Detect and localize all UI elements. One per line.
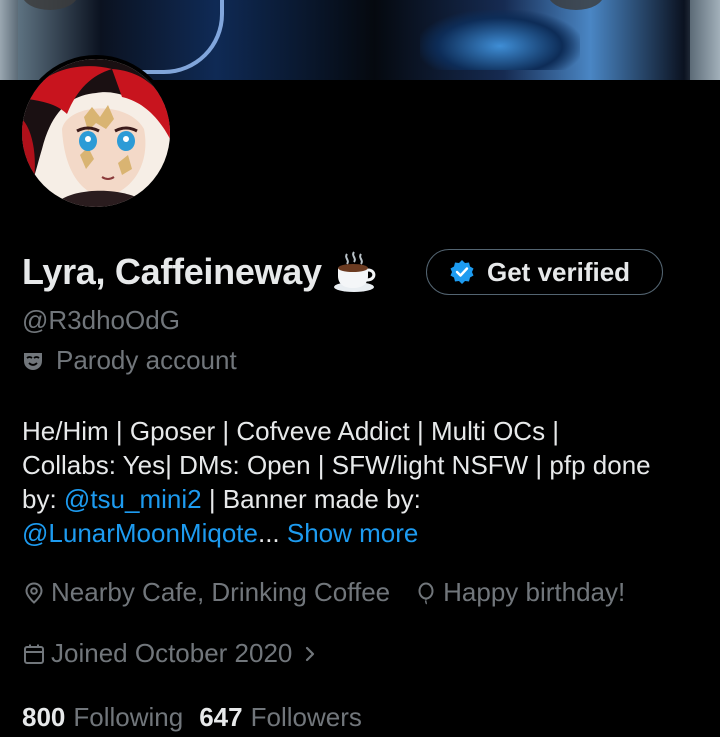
user-handle: @R3dhoOdG (22, 305, 180, 335)
mention-link-lunarmoonmiqote[interactable]: @LunarMoonMiqote (22, 518, 258, 548)
parody-label-row: Parody account (22, 345, 237, 376)
bio-line-2: Collabs: Yes| DMs: Open | SFW/light NSFW… (22, 450, 651, 480)
show-more-link[interactable]: Show more (287, 518, 419, 548)
verified-badge-icon (450, 260, 474, 284)
joined-row[interactable]: Joined October 2020 (22, 638, 318, 669)
followers-link[interactable]: 647 Followers (199, 702, 362, 733)
get-verified-button[interactable]: Get verified (426, 249, 663, 295)
following-count: 800 (22, 702, 66, 732)
chevron-right-icon (306, 646, 315, 661)
followers-count: 647 (199, 702, 243, 732)
coffee-cup-icon (333, 251, 376, 292)
mention-link-tsu-mini2[interactable]: @tsu_mini2 (64, 484, 202, 514)
avatar[interactable] (18, 55, 174, 211)
bio-line-1: He/Him | Gposer | Cofveve Addict | Multi… (22, 416, 560, 446)
bio-line-3-prefix: by: (22, 484, 64, 514)
joined-date: Joined October 2020 (51, 638, 293, 668)
birthday-text: Happy birthday! (443, 577, 626, 607)
profile-meta-row: Nearby Cafe, Drinking Coffee Happy birth… (22, 577, 625, 608)
location-pin-icon (25, 581, 43, 604)
balloon-icon (418, 582, 434, 605)
banner-figure (420, 10, 580, 70)
bio-line-3-suffix: | Banner made by: (201, 484, 421, 514)
mask-icon (24, 352, 42, 370)
parody-label: Parody account (56, 345, 237, 375)
followers-label: Followers (250, 702, 362, 732)
bio-line-3: by: @tsu_mini2 | Banner made by: (22, 482, 712, 516)
banner-frame-right (690, 0, 720, 80)
bio-ellipsis: ... (257, 518, 280, 548)
profile-bio: He/Him | Gposer | Cofveve Addict | Multi… (22, 414, 712, 550)
following-label: Following (73, 702, 184, 732)
back-button[interactable] (22, 0, 78, 10)
calendar-icon (24, 644, 44, 664)
name-row: Lyra, Caffeineway (22, 248, 376, 296)
banner-frame-left (0, 0, 18, 80)
follow-stats: 800 Following 647 Followers (22, 702, 362, 733)
search-button[interactable] (548, 0, 604, 10)
following-link[interactable]: 800 Following (22, 702, 183, 733)
get-verified-label: Get verified (487, 256, 631, 287)
display-name: Lyra, Caffeineway (22, 251, 322, 292)
bio-line-4: @LunarMoonMiqote... Show more (22, 516, 712, 550)
location-text: Nearby Cafe, Drinking Coffee (51, 577, 391, 607)
avatar-image (22, 59, 170, 207)
